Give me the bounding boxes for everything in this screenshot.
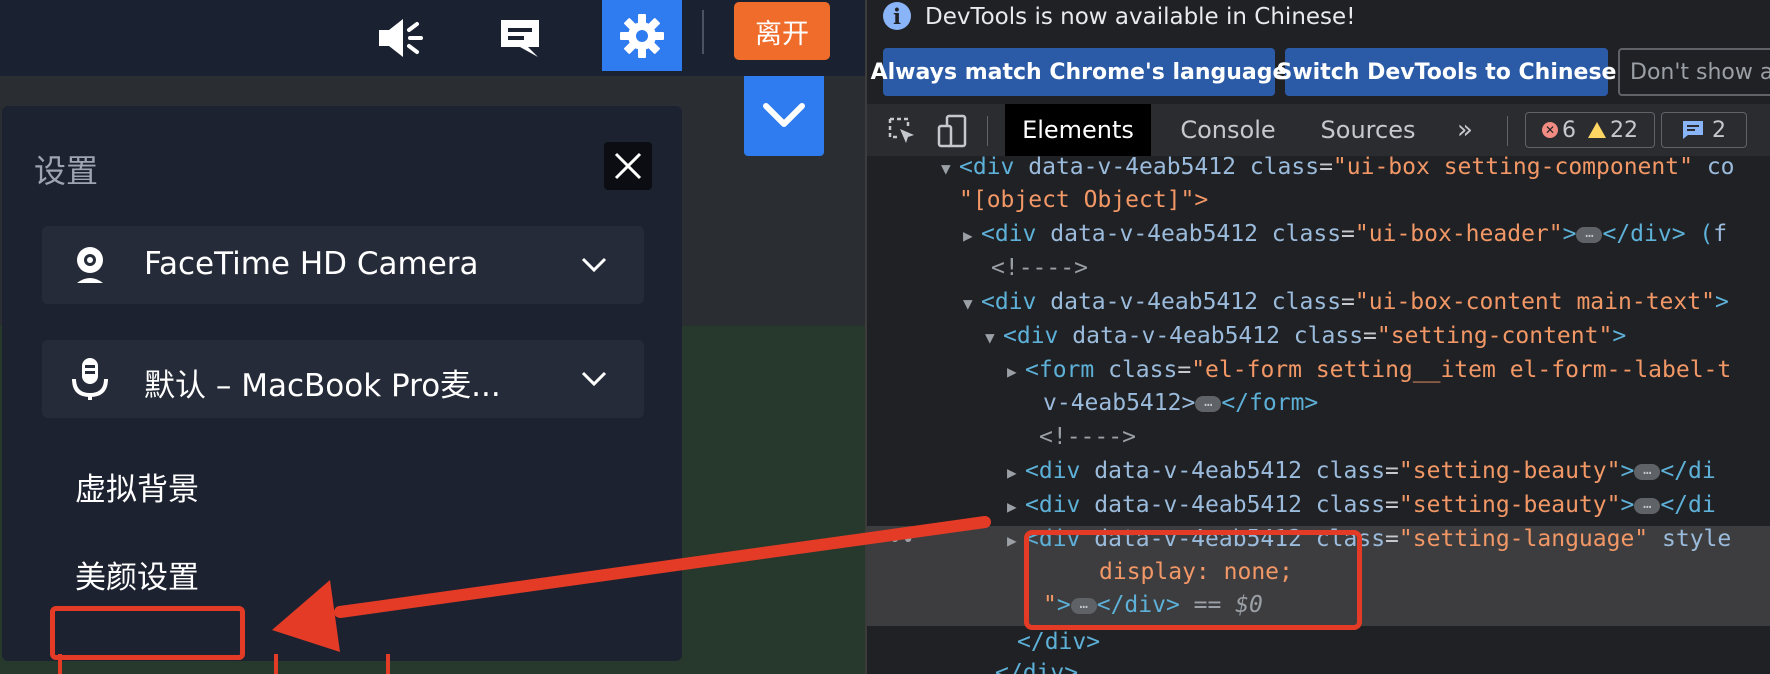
collapsed-triangle-icon: ▶ [1007,463,1017,482]
annotation-code-highlight [1024,530,1362,630]
microphone-select[interactable]: 默认 – MacBook Pro麦... [42,340,644,418]
panel-title: 设置 [34,152,99,190]
device-toolbar-icon[interactable] [935,114,969,148]
leave-button[interactable]: 离开 [734,2,830,60]
error-count: 6 [1562,117,1576,143]
dom-node[interactable]: ▶ <div data-v-4eab5412 class="setting-bea… [867,488,1770,522]
warning-icon [1588,122,1606,138]
dom-comment: <!----> [1039,424,1136,450]
toolbar-separator [987,116,988,146]
expanded-triangle-icon: ▼ [963,294,973,313]
tab-elements[interactable]: Elements [1005,104,1151,156]
collapsed-triangle-icon: ▶ [963,226,973,245]
ellipsis-icon[interactable]: … [1576,226,1603,243]
dom-closing-tag: </div> [1017,629,1101,655]
info-icon: i [883,2,911,30]
ellipsis-icon[interactable]: … [1634,463,1661,480]
dom-closing-tag-partial: </div> [995,660,1079,674]
collapsed-triangle-icon: ▶ [1007,531,1017,550]
dom-node[interactable]: ▼ <div data-v-4eab5412 class="ui-box-cont… [867,285,1770,319]
dom-node[interactable]: ▶ <form class="el-form setting__item el-f… [867,353,1770,387]
dom-node[interactable]: ▼ <div data-v-4eab5412 class="setting-con… [867,319,1770,353]
error-icon: ✕ [1542,122,1558,138]
collapsed-triangle-icon: ▶ [1007,362,1017,381]
ellipsis-icon[interactable]: … [1195,395,1222,412]
expanded-triangle-icon: ▼ [941,159,951,178]
inspect-element-icon[interactable] [885,114,919,148]
microphone-label: 默认 – MacBook Pro麦... [144,368,501,404]
tab-console[interactable]: Console [1167,104,1289,156]
speaker-icon[interactable] [372,8,432,68]
warning-count: 22 [1610,117,1638,143]
settings-button[interactable] [602,0,682,71]
annotation-highlight-box [50,606,245,660]
language-infobar: i DevTools is now available in Chinese! … [867,0,1770,104]
dom-node-continuation: v-4eab5412>… </form> [1043,390,1319,416]
expanded-triangle-icon: ▼ [985,328,995,347]
message-count: 2 [1712,117,1726,143]
camera-select[interactable]: FaceTime HD Camera [42,226,644,304]
meeting-app: 离开 设置 FaceTime HD Camera 默认 – MacBook Pr… [0,0,865,674]
gear-icon [620,13,664,58]
chat-icon[interactable] [490,8,550,68]
more-tabs-button[interactable]: » [1445,104,1485,156]
hidden-item-outline [58,654,390,674]
infobar-message: DevTools is now available in Chinese! [925,4,1356,30]
chevron-down-icon [763,103,805,127]
microphone-icon [70,358,110,400]
dom-node[interactable]: ▶ <div data-v-4eab5412 class="ui-box-head… [867,217,1770,251]
tab-sources[interactable]: Sources [1303,104,1433,156]
dom-node-continuation: "[object Object]"> [959,187,1209,213]
camera-icon [70,245,110,285]
menu-item-beauty-settings[interactable]: 美颜设置 [75,552,199,597]
always-match-language-button[interactable]: Always match Chrome's language [871,48,1287,96]
switch-to-chinese-button[interactable]: Switch DevTools to Chinese [1277,48,1616,96]
top-toolbar: 离开 [0,0,865,76]
issues-counter[interactable]: ✕ 6 22 [1525,112,1655,148]
dom-node[interactable]: ▶ <div data-v-4eab5412 class="setting-bea… [867,454,1770,488]
settings-panel: 设置 FaceTime HD Camera 默认 – MacBook Pro麦.… [2,106,682,661]
collapse-button[interactable] [744,76,824,156]
toolbar-separator [1507,116,1508,146]
message-icon [1683,121,1703,139]
chevron-down-icon [580,253,608,277]
menu-item-virtual-background[interactable]: 虚拟背景 [75,464,199,509]
chevron-down-icon [580,367,608,391]
toolbar-divider [702,10,704,54]
dom-node[interactable]: ▼ <div data-v-4eab5412 class="ui-box sett… [867,150,1770,184]
dom-comment: <!----> [991,255,1088,281]
ellipsis-icon[interactable]: … [1634,497,1661,514]
camera-label: FaceTime HD Camera [144,246,479,282]
close-icon [614,152,642,180]
close-button[interactable] [604,142,652,190]
messages-counter[interactable]: 2 [1661,112,1747,148]
collapsed-triangle-icon: ▶ [1007,497,1017,516]
dont-show-again-button[interactable]: Don't show again [1618,48,1770,96]
